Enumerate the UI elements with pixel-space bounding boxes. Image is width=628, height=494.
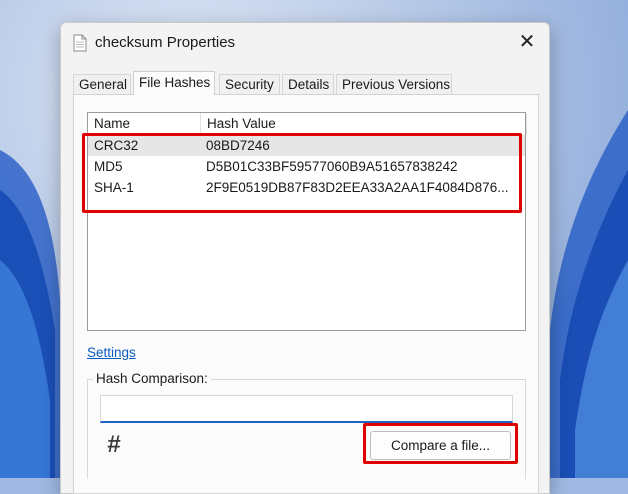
hash-name: SHA-1 <box>94 180 134 195</box>
hash-comparison-label: Hash Comparison: <box>93 371 211 386</box>
file-hashes-panel: Name Hash Value CRC32 08BD7246 MD5 D5B01… <box>73 94 539 494</box>
hash-comparison-input[interactable] <box>100 395 513 423</box>
tab-general[interactable]: General <box>73 74 131 94</box>
tab-security[interactable]: Security <box>219 74 280 94</box>
hash-value: 2F9E0519DB87F83D2EEA33A2AA1F4084D876... <box>206 180 509 195</box>
hash-row-crc32[interactable]: CRC32 08BD7246 <box>88 135 525 156</box>
settings-link[interactable]: Settings <box>87 345 136 360</box>
column-header-hash-value[interactable]: Hash Value <box>201 113 527 135</box>
properties-dialog: checksum Properties ✕ General File Hashe… <box>60 22 550 494</box>
hash-name: CRC32 <box>94 138 139 153</box>
hash-list-header: Name Hash Value <box>88 113 527 136</box>
tab-file-hashes[interactable]: File Hashes <box>133 71 215 95</box>
title-bar[interactable]: checksum Properties ✕ <box>61 23 549 63</box>
hash-row-md5[interactable]: MD5 D5B01C33BF59577060B9A51657838242 <box>88 156 525 177</box>
hash-value: D5B01C33BF59577060B9A51657838242 <box>206 159 458 174</box>
window-title: checksum Properties <box>95 34 236 51</box>
close-icon: ✕ <box>518 31 536 53</box>
hash-name: MD5 <box>94 159 123 174</box>
hash-list[interactable]: Name Hash Value CRC32 08BD7246 MD5 D5B01… <box>87 112 527 331</box>
tab-details[interactable]: Details <box>282 74 334 94</box>
hash-comparison-group: Hash Comparison: # Compare a file... <box>87 371 526 479</box>
hash-value: 08BD7246 <box>206 138 270 153</box>
close-button[interactable]: ✕ <box>509 27 545 59</box>
hash-icon: # <box>107 431 121 458</box>
tab-previous-versions[interactable]: Previous Versions <box>336 74 452 94</box>
column-header-name[interactable]: Name <box>88 113 201 135</box>
hash-row-sha1[interactable]: SHA-1 2F9E0519DB87F83D2EEA33A2AA1F4084D8… <box>88 177 525 198</box>
compare-file-button[interactable]: Compare a file... <box>370 431 511 460</box>
file-icon <box>73 34 87 52</box>
